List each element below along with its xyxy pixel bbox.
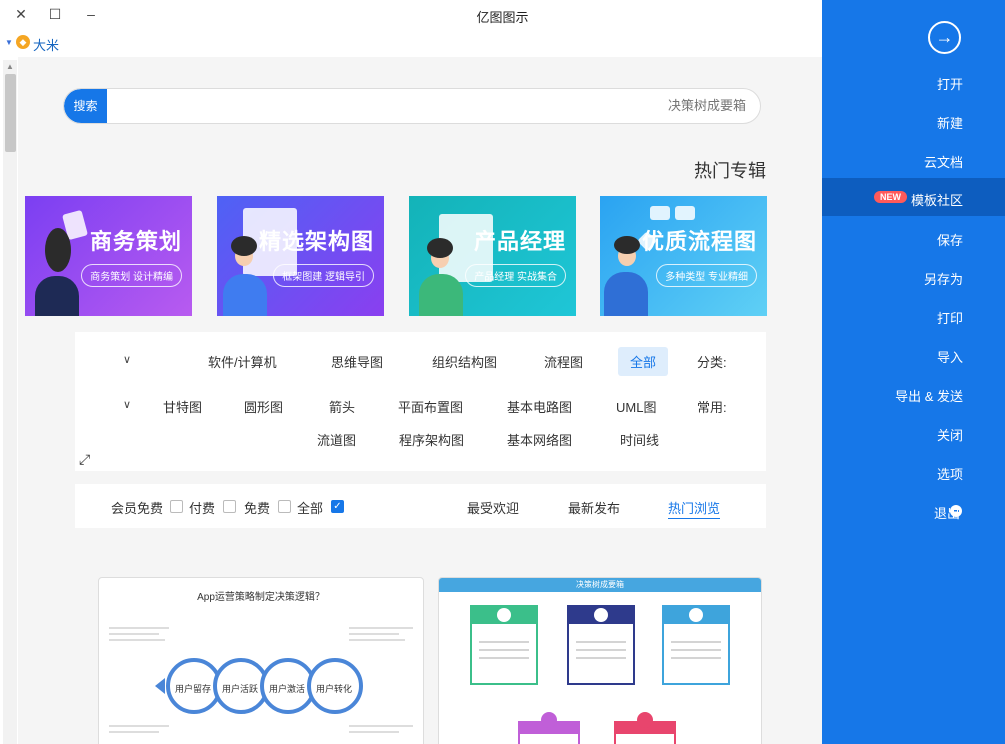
category-program-architecture[interactable]: 程序架构图	[399, 430, 464, 449]
checkbox-all-label: 全部	[297, 501, 324, 516]
expand-icon[interactable]: ⤢	[79, 451, 90, 468]
checkbox-paid-label: 付费	[189, 501, 216, 516]
sidebar-item-close[interactable]: 关闭	[822, 413, 1005, 451]
category-timeline[interactable]: 时间线	[620, 430, 659, 449]
sidebar-item-label: 导出 & 发送	[895, 389, 963, 404]
card-node-label: 用户转化	[316, 684, 353, 694]
checkbox-member-free-label: 会员免费	[111, 501, 164, 516]
template-card[interactable]: App运营策略制定决策逻辑？ 用户留存 用户活跃 用户激活 用户转化	[98, 577, 424, 744]
category-all[interactable]: 全部	[618, 347, 669, 376]
banner-title: 优质流程图	[641, 229, 757, 254]
sidebar-item-new[interactable]: 新建	[822, 101, 1005, 139]
banner-product-manager[interactable]: 产品经理 产品经理 实战集合	[409, 196, 576, 316]
banner-subtitle: 框架图建 逻辑导引	[273, 264, 374, 287]
sidebar-item-cloud-docs[interactable]: 云文档	[822, 140, 1005, 178]
search-button[interactable]: 搜索	[64, 89, 107, 123]
banner-subtitle: 商务策划 设计精编	[81, 264, 182, 287]
scroll-up-icon[interactable]: ▲	[3, 60, 17, 74]
sidebar-item-template-community[interactable]: NEW 模板社区	[822, 178, 1005, 216]
sidebar-item-label: 打印	[936, 311, 963, 326]
sidebar-item-label: 另存为	[923, 272, 963, 287]
category-mind-map[interactable]: 思维导图	[331, 352, 383, 371]
tab-newest[interactable]: 最新发布	[568, 498, 620, 517]
user-name[interactable]: 大米	[33, 35, 59, 54]
checkbox-free[interactable]	[278, 500, 291, 513]
sidebar-item-label: 新建	[936, 116, 963, 131]
card-node-label: 用户激活	[269, 684, 306, 694]
tab-popular[interactable]: 最受欢迎	[467, 498, 519, 517]
user-account[interactable]: ▼ ◆ 大米	[0, 30, 200, 54]
banner-title: 商务策划	[89, 229, 182, 254]
card-header: 决策树成要箱	[439, 578, 761, 592]
sidebar-item-label: 退出	[933, 506, 960, 521]
category-panel: 分类: 全部 流程图 组织结构图 思维导图 软件/计算机 ∨ 常用: UML图 …	[75, 332, 766, 471]
sidebar-item-save-as[interactable]: 另存为	[822, 257, 1005, 295]
banner-subtitle: 产品经理 实战集合	[465, 264, 566, 287]
category-flowchart[interactable]: 流程图	[544, 352, 583, 371]
category-circle-chart[interactable]: 圆形图	[244, 397, 283, 416]
banner-business-planning[interactable]: 商务策划 商务策划 设计精编	[25, 196, 192, 316]
card-node-label: 用户活跃	[222, 684, 259, 694]
banner-subtitle: 多种类型 专业精细	[656, 264, 757, 287]
banner-title: 产品经理	[473, 229, 566, 254]
sidebar-item-label: 保存	[936, 233, 963, 248]
card-preview	[109, 627, 413, 733]
checkbox-free-label: 免费	[244, 501, 271, 516]
back-arrow-icon[interactable]: →	[928, 21, 961, 54]
checkbox-paid[interactable]	[223, 500, 236, 513]
category-channel[interactable]: 流道图	[317, 430, 356, 449]
scrollbar-track[interactable]	[3, 60, 17, 744]
sidebar-item-print[interactable]: 打印	[822, 296, 1005, 334]
category-basic-circuit[interactable]: 基本电路图	[507, 397, 572, 416]
checkbox-all[interactable]: ✓	[331, 500, 344, 513]
category-basic-network[interactable]: 基本网络图	[507, 430, 572, 449]
sidebar-item-import[interactable]: 导入	[822, 335, 1005, 373]
category-label: 分类:	[697, 355, 727, 370]
sidebar-item-options[interactable]: 选项	[822, 452, 1005, 490]
banner-architecture[interactable]: 精选架构图 框架图建 逻辑导引	[217, 196, 384, 316]
card-preview	[470, 605, 730, 744]
scrollbar-thumb[interactable]	[5, 74, 16, 152]
sidebar-item-save[interactable]: 保存	[822, 218, 1005, 256]
sidebar-item-label: 关闭	[936, 428, 963, 443]
category-uml[interactable]: UML图	[616, 397, 656, 416]
category-org-chart[interactable]: 组织结构图	[432, 352, 497, 371]
filter-bar: 热门浏览 最新发布 最受欢迎 ✓ 全部 免费 付费 会员免费	[75, 484, 766, 528]
sidebar-item-open[interactable]: 打开	[822, 62, 1005, 100]
category-arrows[interactable]: 箭头	[329, 397, 355, 416]
tab-hot[interactable]: 热门浏览	[668, 498, 721, 519]
sidebar-item-label: 云文档	[923, 155, 963, 170]
section-title: 热门专辑	[694, 161, 766, 181]
category-floor-plan[interactable]: 平面布置图	[398, 397, 463, 416]
card-title: App运营策略制定决策逻辑？	[197, 592, 325, 603]
checkbox-member-free[interactable]	[170, 500, 183, 513]
search-bar: 搜索	[63, 88, 761, 124]
sidebar-item-label: 打开	[936, 77, 963, 92]
new-badge: NEW	[874, 191, 907, 203]
vip-gem-icon: ◆	[16, 35, 30, 49]
chevron-down-icon[interactable]: ∨	[123, 398, 131, 411]
category-gantt[interactable]: 甘特图	[163, 397, 202, 416]
template-card[interactable]: 决策树成要箱	[438, 577, 762, 744]
card-node-label: 用户留存	[175, 684, 212, 694]
banner-flowchart[interactable]: 优质流程图 多种类型 专业精细	[600, 196, 767, 316]
template-gallery: 搜索 热门专辑 优质流程图 多种类型 专业精细 产品经理 产品经理 实战集合	[18, 57, 822, 744]
banner-row: 优质流程图 多种类型 专业精细 产品经理 产品经理 实战集合 精选架构图 框架图…	[25, 196, 767, 316]
sidebar-item-label: 导入	[936, 350, 963, 365]
search-input[interactable]	[186, 98, 746, 113]
banner-title: 精选架构图	[258, 229, 374, 254]
sidebar-item-label: 模板社区	[910, 193, 963, 208]
chevron-down-icon[interactable]: ∨	[123, 353, 131, 366]
category-software[interactable]: 软件/计算机	[208, 352, 277, 371]
chevron-down-icon[interactable]: ▼	[5, 38, 13, 47]
common-label: 常用:	[697, 400, 727, 415]
sidebar-item-export-send[interactable]: 导出 & 发送	[822, 374, 1005, 412]
sidebar-item-label: 选项	[936, 467, 963, 482]
file-menu-sidebar: → 打开 新建 云文档 NEW 模板社区 保存 另存为 打印 导入 导出 & 发…	[822, 0, 1005, 744]
sidebar-item-exit[interactable]: 退出	[822, 491, 1005, 529]
